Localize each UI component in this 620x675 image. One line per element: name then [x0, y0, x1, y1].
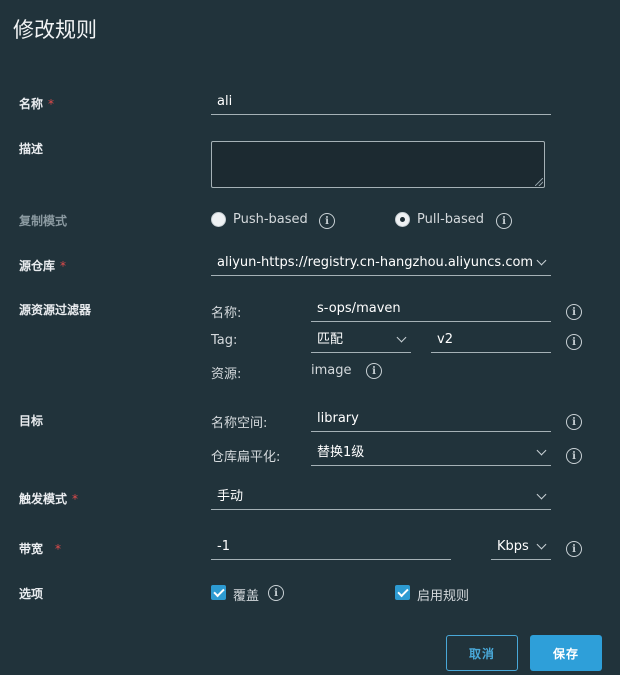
bandwidth-label: 带宽 *	[19, 542, 62, 556]
tag-input[interactable]: v2	[431, 331, 551, 353]
required-mark: *	[60, 259, 67, 273]
chevron-down-icon	[396, 332, 407, 343]
description-textarea[interactable]	[211, 141, 545, 188]
flatten-select[interactable]: 替换1级	[311, 444, 551, 466]
required-mark: *	[55, 542, 62, 556]
enable-rule-label: 启用规则	[417, 589, 470, 604]
filter-name-info-icon[interactable]: i	[566, 304, 582, 320]
description-label: 描述	[19, 142, 44, 156]
tag-info-icon[interactable]: i	[566, 334, 582, 350]
flatten-label: 仓库扁平化:	[211, 450, 281, 465]
trigger-mode-select[interactable]: 手动	[211, 488, 551, 510]
filter-name-label: 名称:	[211, 306, 242, 321]
bandwidth-unit-select[interactable]: Kbps	[491, 538, 551, 560]
trigger-mode-value: 手动	[217, 489, 244, 504]
flatten-info-icon[interactable]: i	[566, 448, 582, 464]
tag-value: v2	[437, 332, 453, 347]
name-input-value: ali	[217, 94, 233, 109]
trigger-mode-label: 触发模式 *	[19, 492, 79, 506]
override-info-icon[interactable]: i	[268, 585, 284, 601]
push-based-label: Push-based	[233, 212, 308, 227]
namespace-value: library	[317, 411, 359, 426]
push-based-radio[interactable]	[211, 212, 226, 227]
push-based-info-icon[interactable]: i	[319, 213, 335, 229]
save-button[interactable]: 保存	[530, 635, 602, 671]
options-label: 选项	[19, 587, 44, 601]
bandwidth-input[interactable]: -1	[211, 538, 451, 560]
filter-name-value: s-ops/maven	[317, 301, 401, 316]
cancel-button[interactable]: 取消	[446, 635, 518, 671]
resource-label: 资源:	[211, 367, 242, 382]
namespace-label: 名称空间:	[211, 416, 268, 431]
tag-match-value: 匹配	[317, 332, 344, 347]
source-registry-value: aliyun-https://registry.cn-hangzhou.aliy…	[217, 255, 534, 270]
override-label: 覆盖	[233, 589, 260, 604]
required-mark: *	[72, 492, 79, 506]
tag-match-select[interactable]: 匹配	[311, 331, 411, 353]
bandwidth-unit-value: Kbps	[497, 539, 529, 554]
chevron-down-icon	[536, 255, 547, 266]
name-input[interactable]: ali	[211, 93, 551, 115]
filter-name-input[interactable]: s-ops/maven	[311, 300, 551, 322]
destination-label: 目标	[19, 414, 44, 428]
resize-grip-icon[interactable]	[535, 178, 543, 186]
pull-based-info-icon[interactable]: i	[496, 213, 512, 229]
chevron-down-icon	[536, 539, 547, 550]
page-title: 修改规则	[13, 18, 97, 42]
source-filter-label: 源资源过滤器	[19, 303, 92, 317]
chevron-down-icon	[536, 445, 547, 456]
namespace-info-icon[interactable]: i	[566, 414, 582, 430]
override-checkbox[interactable]	[211, 585, 226, 600]
source-registry-label: 源仓库 *	[19, 259, 67, 273]
namespace-input[interactable]: library	[311, 410, 551, 432]
chevron-down-icon	[536, 489, 547, 500]
replication-mode-label: 复制模式	[19, 214, 68, 228]
bandwidth-value: -1	[217, 539, 230, 554]
name-label: 名称 *	[19, 97, 55, 111]
resource-value: image	[311, 363, 352, 378]
flatten-value: 替换1级	[317, 445, 365, 460]
enable-rule-checkbox[interactable]	[395, 585, 410, 600]
pull-based-label: Pull-based	[417, 212, 485, 227]
resource-info-icon[interactable]: i	[366, 363, 382, 379]
required-mark: *	[48, 97, 55, 111]
bandwidth-info-icon[interactable]: i	[566, 541, 582, 557]
pull-based-radio[interactable]	[395, 212, 410, 227]
tag-label: Tag:	[211, 333, 238, 348]
source-registry-select[interactable]: aliyun-https://registry.cn-hangzhou.aliy…	[211, 254, 551, 276]
